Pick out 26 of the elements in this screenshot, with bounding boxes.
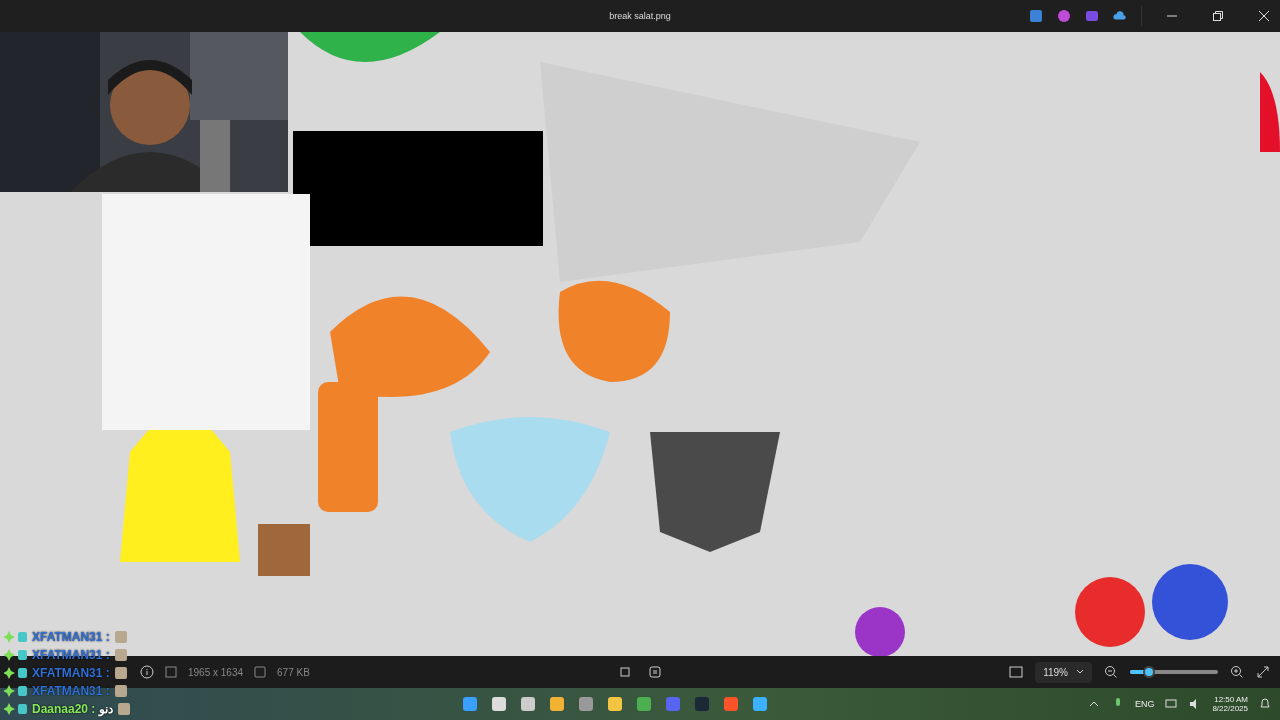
- close-icon: [1259, 11, 1269, 21]
- image-dimensions: 1965 x 1634: [188, 666, 244, 678]
- chat-username: XFATMAN31 :: [32, 666, 110, 680]
- zoom-in-icon[interactable]: [1230, 665, 1244, 679]
- app-icon[interactable]: [577, 695, 595, 713]
- zoom-dropdown[interactable]: 119%: [1035, 661, 1092, 683]
- chat-username: Daanaa20 :: [32, 702, 96, 716]
- app-icon[interactable]: [519, 695, 537, 713]
- chat-username: XFATMAN31 :: [32, 684, 110, 698]
- fullscreen-icon[interactable]: [1256, 665, 1270, 679]
- clock-time: 12:50 AM: [1214, 695, 1248, 704]
- info-icon[interactable]: [140, 665, 154, 679]
- badge-icon: [4, 685, 28, 697]
- restore-icon: [1213, 11, 1223, 21]
- clock-date: 8/22/2025: [1212, 704, 1248, 713]
- zoom-out-icon[interactable]: [1104, 665, 1118, 679]
- badge-icon: [4, 703, 28, 715]
- cloud-icon[interactable]: [1113, 9, 1127, 23]
- bell-icon[interactable]: [1258, 697, 1272, 711]
- caret-icon: [1076, 669, 1084, 675]
- chat-message: دنو: [99, 702, 114, 716]
- app-icon[interactable]: [1057, 9, 1071, 23]
- badge-icon: [4, 667, 28, 679]
- window-title: break salat.png: [609, 11, 671, 21]
- language-indicator[interactable]: ENG: [1134, 699, 1155, 709]
- file-size: 677 KB: [277, 666, 310, 678]
